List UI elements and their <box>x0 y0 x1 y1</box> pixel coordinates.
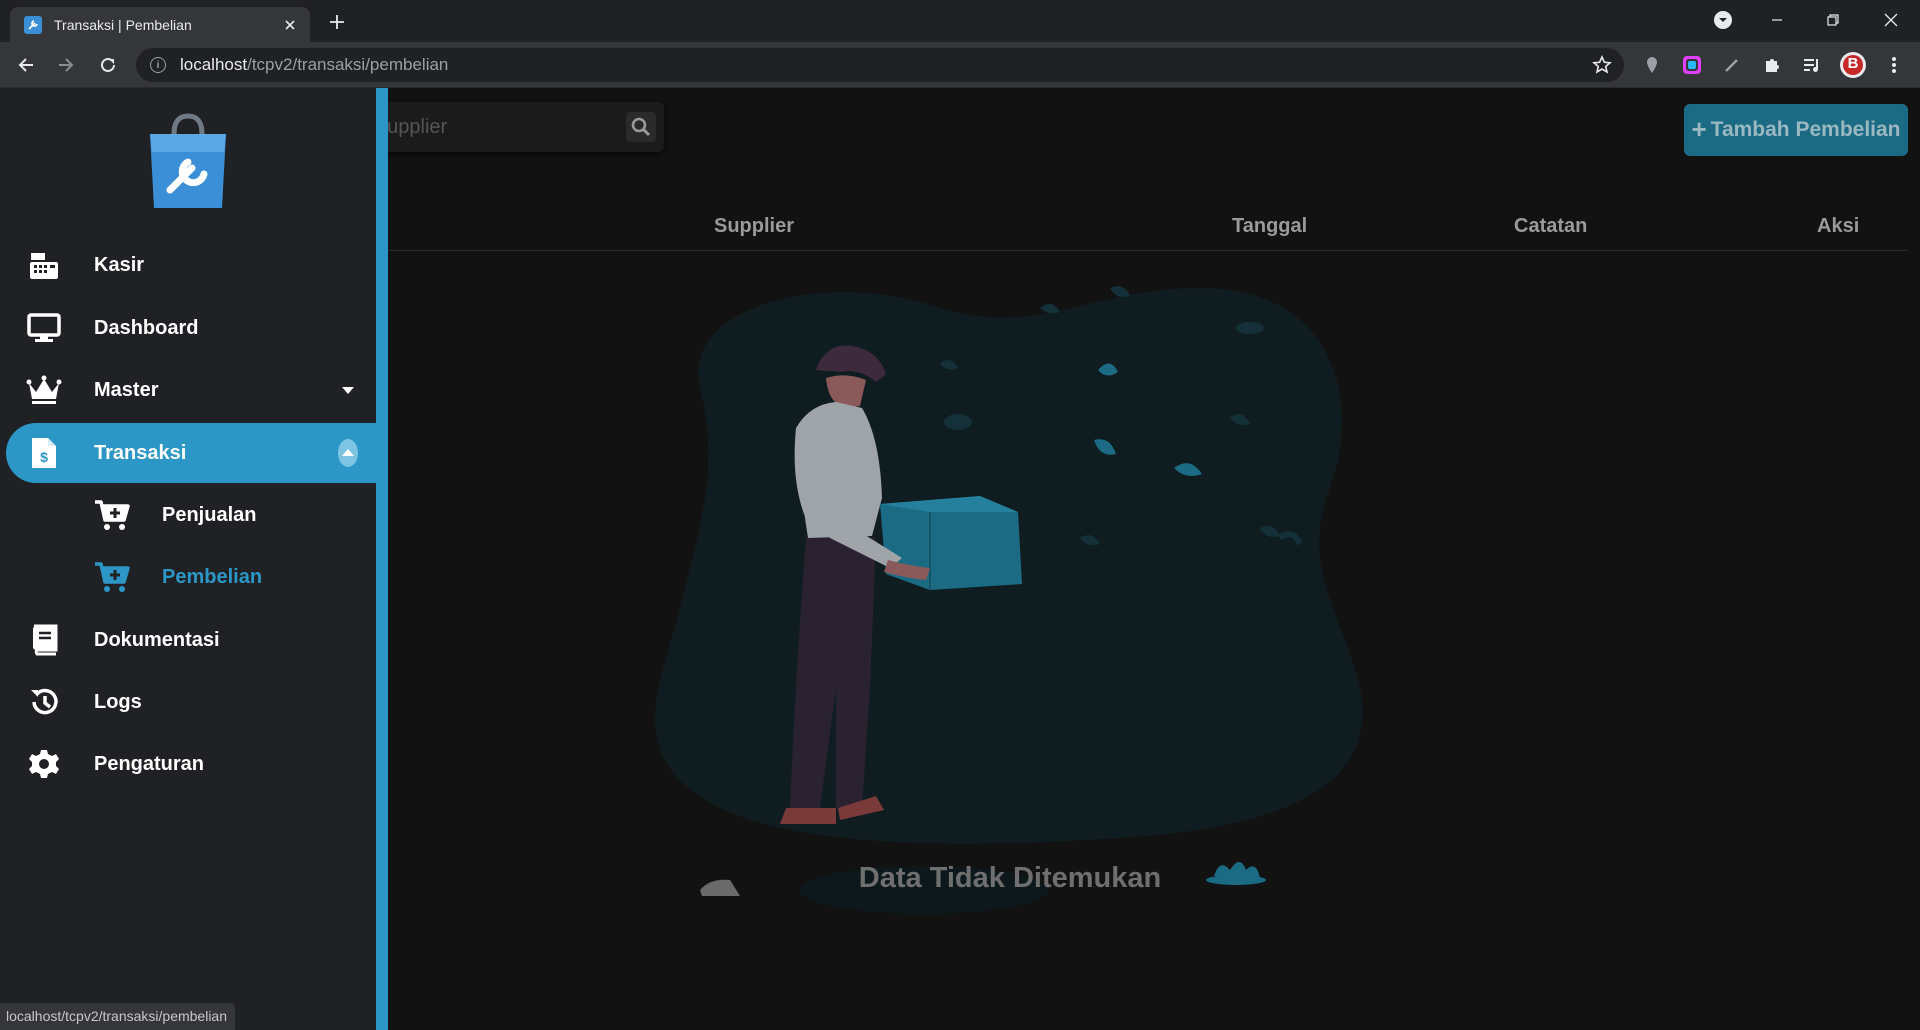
sidebar-accent-edge <box>376 88 388 1030</box>
bookmark-star-icon[interactable] <box>1592 55 1612 75</box>
tab-title: Transaksi | Pembelian <box>54 16 192 33</box>
brand-logo[interactable] <box>144 112 232 212</box>
media-queue-icon[interactable] <box>1800 53 1824 77</box>
sidebar-item-transaksi[interactable]: $ Transaksi <box>6 423 376 483</box>
sidebar-item-label: Kasir <box>94 253 145 276</box>
cash-register-icon <box>26 247 62 283</box>
close-window-icon[interactable] <box>1868 0 1914 40</box>
pen-extension-icon[interactable] <box>1720 53 1744 77</box>
tab-close-icon[interactable] <box>280 15 300 35</box>
sidebar-item-pengaturan[interactable]: Pengaturan <box>0 734 376 794</box>
sidebar-item-label: Transaksi <box>94 441 187 464</box>
desktop-icon <box>26 310 62 346</box>
sidebar-item-label: Penjualan <box>162 503 257 526</box>
sidebar-item-label: Dokumentasi <box>94 628 220 651</box>
table-header: Supplier Tanggal Catatan Aksi <box>384 206 1908 251</box>
url-path: /tcpv2/transaksi/pembelian <box>247 55 449 74</box>
column-tanggal: Tanggal <box>1232 215 1308 237</box>
profile-initial: B <box>1847 55 1859 72</box>
browser-tab[interactable]: Transaksi | Pembelian <box>10 7 310 42</box>
history-icon <box>26 684 62 720</box>
sidebar-item-label: Master <box>94 378 159 401</box>
sidebar-item-label: Dashboard <box>94 316 199 339</box>
search-icon <box>631 117 651 137</box>
empty-state-text: Data Tidak Ditemukan <box>858 862 1162 894</box>
column-supplier: Supplier <box>714 215 795 237</box>
add-purchase-label: Tambah Pembelian <box>1710 118 1901 141</box>
minimize-icon[interactable] <box>1754 0 1800 40</box>
sidebar-item-label: Pengaturan <box>94 752 205 775</box>
sidebar-item-kasir[interactable]: Kasir <box>0 235 376 295</box>
extensions-puzzle-icon[interactable] <box>1760 53 1784 77</box>
column-catatan: Catatan <box>1514 215 1588 237</box>
plus-icon: + <box>1691 113 1707 144</box>
profile-avatar[interactable]: B <box>1838 50 1868 80</box>
site-info-icon[interactable]: i <box>150 57 166 73</box>
cart-plus-icon <box>94 559 130 595</box>
gear-icon <box>26 746 62 782</box>
invoice-dollar-icon: $ <box>26 435 62 471</box>
sidebar-item-label: Pembelian <box>162 565 263 588</box>
restore-icon[interactable] <box>1810 0 1856 40</box>
new-tab-icon[interactable] <box>325 10 349 34</box>
chevron-down-icon <box>338 380 358 400</box>
favicon-icon <box>24 15 42 34</box>
sidebar-item-pembelian[interactable]: Pembelian <box>0 547 376 607</box>
sidebar-item-penjualan[interactable]: Penjualan <box>0 485 376 545</box>
chevron-up-icon <box>338 439 358 467</box>
browser-toolbar: i localhost/tcpv2/transaksi/pembelian B <box>0 42 1920 88</box>
sidebar-item-logs[interactable]: Logs <box>0 672 376 732</box>
tab-search-icon[interactable] <box>1700 0 1746 40</box>
color-picker-extension-icon[interactable] <box>1680 53 1704 77</box>
browser-tab-bar: Transaksi | Pembelian <box>0 0 1920 42</box>
app-root: + Tambah Pembelian Supplier Tanggal Cata… <box>0 88 1920 1030</box>
reload-icon[interactable] <box>94 51 122 79</box>
sidebar-item-dashboard[interactable]: Dashboard <box>0 298 376 358</box>
crown-icon <box>26 372 62 408</box>
location-pin-icon[interactable] <box>1640 53 1664 77</box>
sidebar: Kasir Dashboard Master $ Transaksi Penju… <box>0 88 376 1030</box>
status-bar-url: localhost/tcpv2/transaksi/pembelian <box>0 1003 236 1030</box>
sidebar-item-master[interactable]: Master <box>0 360 376 420</box>
empty-state-illustration <box>655 286 1363 914</box>
book-icon <box>26 622 62 658</box>
sidebar-item-label: Logs <box>94 690 142 713</box>
column-aksi: Aksi <box>1817 215 1860 237</box>
url-host: localhost <box>180 55 248 74</box>
cart-plus-icon <box>94 497 130 533</box>
sidebar-item-dokumentasi[interactable]: Dokumentasi <box>0 610 376 670</box>
forward-arrow-icon[interactable] <box>52 51 80 79</box>
svg-text:$: $ <box>40 449 48 465</box>
add-purchase-button[interactable]: + Tambah Pembelian <box>1684 104 1908 156</box>
back-arrow-icon[interactable] <box>12 51 40 79</box>
address-bar[interactable]: i localhost/tcpv2/transaksi/pembelian <box>136 48 1624 82</box>
search-button[interactable] <box>626 112 656 142</box>
browser-menu-icon[interactable] <box>1882 53 1906 77</box>
